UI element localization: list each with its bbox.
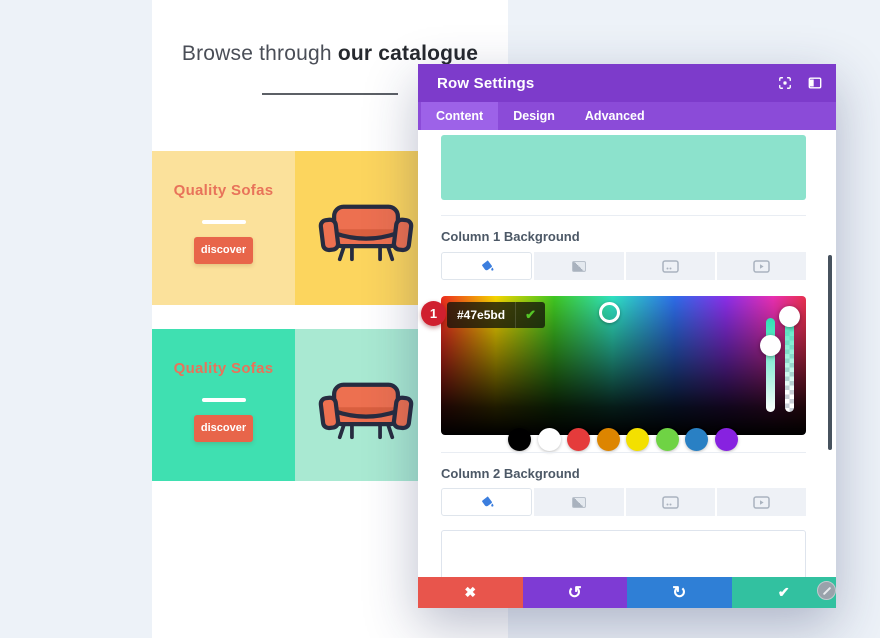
heading-divider — [262, 93, 398, 95]
catalogue-card-yellow: Quality Sofas discover — [152, 151, 438, 305]
card-divider — [202, 220, 246, 224]
row-settings-modal: Row Settings Content Design Advanced Col… — [418, 64, 836, 608]
focus-mode-icon[interactable] — [778, 76, 792, 90]
bg-video-tab[interactable] — [716, 488, 806, 516]
bg-image-tab[interactable] — [625, 488, 715, 516]
discard-button[interactable]: ✖ — [418, 577, 523, 608]
color-swatch-black[interactable] — [508, 428, 531, 451]
color-swatch-orange[interactable] — [596, 428, 620, 451]
tab-content[interactable]: Content — [421, 102, 499, 130]
shade-slider-knob[interactable] — [760, 335, 781, 356]
sofa-icon — [318, 204, 414, 262]
modal-tabbar: Content Design Advanced — [418, 102, 836, 130]
color-swatch-red[interactable] — [567, 428, 590, 451]
catalogue-card-green: Quality Sofas discover — [152, 329, 438, 481]
card-text-panel: Quality Sofas discover — [152, 329, 295, 481]
bg-video-tab[interactable] — [716, 252, 806, 280]
card-title: Quality Sofas — [173, 360, 274, 377]
card-divider — [202, 398, 246, 402]
modal-content: Column 1 Background #47e5bd ✔ Column 2 B… — [418, 130, 836, 577]
divider — [441, 452, 806, 453]
gradient-icon — [571, 260, 586, 272]
tab-design[interactable]: Design — [498, 102, 570, 130]
divider — [441, 215, 806, 216]
bg-image-tab[interactable] — [625, 252, 715, 280]
bg-color-tab[interactable] — [441, 252, 533, 280]
discover-button[interactable]: discover — [194, 415, 253, 442]
sofa-icon — [318, 382, 414, 440]
column1-background-label: Column 1 Background — [441, 229, 580, 244]
shade-slider-track[interactable] — [766, 318, 775, 412]
color-swatch-yellow[interactable] — [626, 428, 649, 451]
bg-gradient-tab[interactable] — [534, 252, 624, 280]
column1-background-type-tabs — [441, 252, 806, 280]
paint-bucket-icon — [481, 260, 494, 271]
page-title-bold: our catalogue — [337, 42, 479, 65]
annotation-badge: 1 — [421, 301, 446, 326]
hex-value[interactable]: #47e5bd — [447, 308, 515, 322]
color-swatch-white[interactable] — [537, 428, 561, 451]
video-icon — [753, 495, 770, 509]
image-icon — [661, 495, 679, 509]
page-title-normal: Browse through — [181, 42, 332, 65]
modal-header[interactable]: Row Settings — [418, 64, 836, 102]
modal-footer: ✖ ↺ ↻ ✔ — [418, 577, 836, 608]
hex-value-chip[interactable]: #47e5bd ✔ — [447, 302, 546, 328]
modal-title: Row Settings — [437, 74, 535, 92]
page-root: Browse through our catalogue Quality Sof… — [0, 0, 880, 638]
resize-handle[interactable] — [817, 581, 836, 600]
undo-button[interactable]: ↺ — [522, 577, 627, 608]
page-title: Browse through our catalogue — [152, 42, 508, 66]
column2-color-field[interactable] — [441, 530, 806, 577]
card-image-panel — [295, 151, 438, 305]
redo-button[interactable]: ↻ — [627, 577, 732, 608]
card-title: Quality Sofas — [173, 182, 274, 199]
bg-color-tab[interactable] — [441, 488, 533, 516]
color-swatch-green[interactable] — [655, 428, 679, 451]
hex-confirm-icon[interactable]: ✔ — [515, 302, 545, 328]
color-swatch-purple[interactable] — [714, 428, 738, 451]
bg-gradient-tab[interactable] — [534, 488, 624, 516]
opacity-slider-track[interactable] — [785, 318, 794, 412]
dock-panel-icon[interactable] — [808, 76, 822, 90]
image-icon — [661, 259, 679, 273]
color-selector-ring[interactable] — [599, 302, 620, 323]
row-background-preview[interactable] — [441, 135, 806, 200]
column2-background-label: Column 2 Background — [441, 466, 580, 481]
video-icon — [753, 259, 770, 273]
opacity-slider-knob[interactable] — [779, 306, 800, 327]
modal-scrollbar[interactable] — [828, 255, 832, 450]
color-picker-area[interactable]: #47e5bd ✔ — [441, 296, 806, 451]
card-text-panel: Quality Sofas discover — [152, 151, 295, 305]
color-swatch-blue[interactable] — [685, 428, 708, 451]
card-image-panel — [295, 329, 438, 481]
tab-advanced[interactable]: Advanced — [570, 102, 660, 130]
column2-background-type-tabs — [441, 488, 806, 516]
discover-button[interactable]: discover — [194, 237, 253, 264]
gradient-icon — [571, 496, 586, 508]
paint-bucket-icon — [481, 496, 494, 507]
